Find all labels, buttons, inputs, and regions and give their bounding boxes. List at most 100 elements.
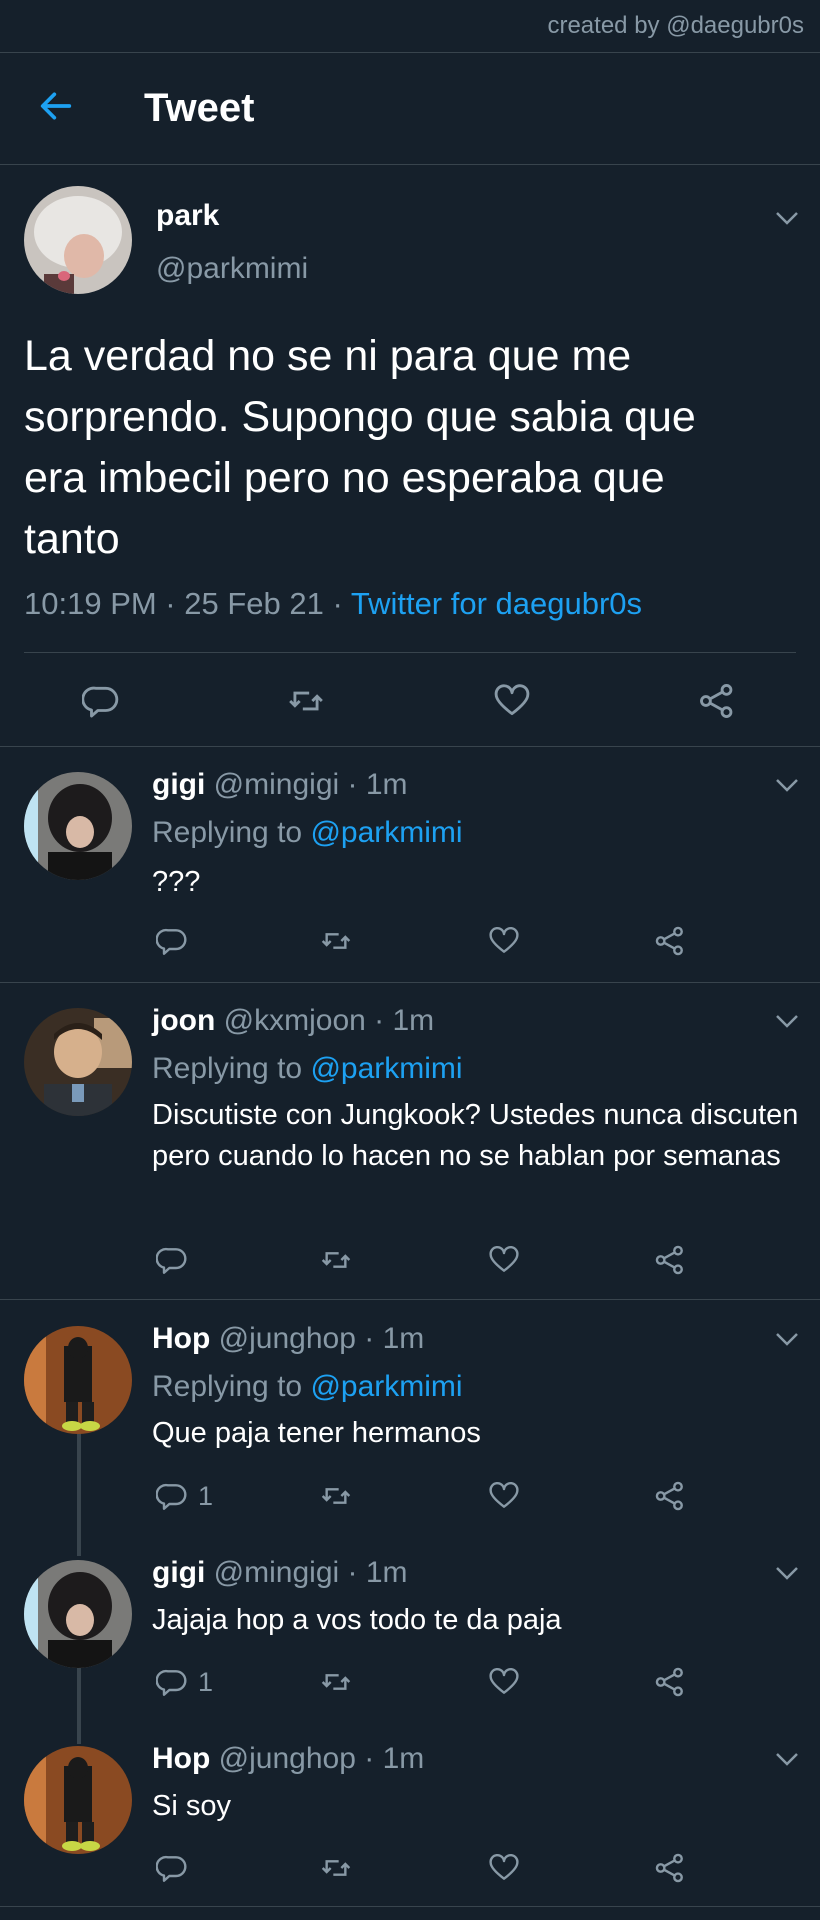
- retweet-button[interactable]: [318, 1666, 354, 1698]
- replying-to: Replying to @parkmimi: [152, 1370, 463, 1404]
- chevron-down-icon: [775, 211, 799, 225]
- reply-header: Hop @junghop · 1m: [152, 1742, 424, 1776]
- more-options-button[interactable]: [772, 1744, 802, 1774]
- share-button[interactable]: [654, 1666, 686, 1698]
- reply-text: Que paja tener hermanos: [152, 1417, 481, 1449]
- reply-header: gigi @mingigi · 1m: [152, 1556, 408, 1590]
- avatar[interactable]: [24, 1746, 132, 1854]
- chevron-down-icon: [775, 1752, 799, 1766]
- author-name[interactable]: joon: [152, 1004, 215, 1037]
- author-handle[interactable]: @mingigi: [214, 768, 340, 801]
- like-button[interactable]: [488, 925, 520, 957]
- more-options-button[interactable]: [772, 1324, 802, 1354]
- replying-label: Replying to: [152, 816, 311, 849]
- reply-text: ???: [152, 866, 201, 898]
- like-button[interactable]: [488, 1852, 520, 1884]
- like-icon: [489, 1481, 519, 1508]
- share-icon: [655, 1245, 683, 1275]
- reply-button[interactable]: [156, 1852, 188, 1884]
- replying-label: Replying to: [152, 1370, 311, 1403]
- divider: [0, 1906, 820, 1907]
- reply-button[interactable]: 1: [156, 1666, 213, 1698]
- reply-time: · 1m: [339, 1556, 408, 1589]
- like-button[interactable]: [488, 1666, 520, 1698]
- reply-count: 1: [198, 1480, 214, 1511]
- tweet-timestamp: 10:19 PM · 25 Feb 21 · Twitter for daegu…: [24, 586, 642, 622]
- chevron-down-icon: [775, 1014, 799, 1028]
- tweet-source-link[interactable]: Twitter for daegubr0s: [351, 586, 642, 621]
- retweet-button[interactable]: [318, 1480, 354, 1512]
- avatar[interactable]: [24, 772, 132, 880]
- author-handle[interactable]: @mingigi: [214, 1556, 340, 1589]
- divider: [24, 652, 796, 653]
- share-button[interactable]: [654, 1852, 686, 1884]
- author-name[interactable]: Hop: [152, 1322, 210, 1355]
- divider: [0, 746, 820, 747]
- reply-button[interactable]: [156, 1244, 188, 1276]
- like-button[interactable]: [488, 1244, 520, 1276]
- thread-connector: [77, 1668, 81, 1744]
- tweet-text: La verdad no se ni para que me sorprendo…: [24, 332, 696, 563]
- share-icon: [700, 684, 733, 718]
- reply-icon: [156, 1247, 187, 1274]
- retweet-icon: [321, 933, 351, 949]
- like-icon: [489, 1245, 519, 1272]
- author-handle[interactable]: @kxmjoon: [224, 1004, 366, 1037]
- back-button[interactable]: [36, 86, 76, 126]
- creator-credit: created by @daegubr0s: [547, 12, 804, 39]
- retweet-button[interactable]: [318, 925, 354, 957]
- like-icon: [489, 1853, 519, 1880]
- chevron-down-icon: [775, 778, 799, 792]
- chevron-down-icon: [775, 1332, 799, 1346]
- share-button[interactable]: [654, 925, 686, 957]
- page-title: Tweet: [144, 86, 255, 130]
- divider: [0, 1299, 820, 1300]
- more-options-button[interactable]: [772, 203, 802, 233]
- author-name[interactable]: park: [156, 199, 219, 233]
- reply-icon: [156, 928, 187, 955]
- replying-to: Replying to @parkmimi: [152, 816, 463, 850]
- retweet-icon: [288, 691, 324, 711]
- share-icon: [655, 1667, 683, 1697]
- author-handle[interactable]: @junghop: [219, 1322, 356, 1355]
- reply-icon: [82, 686, 119, 718]
- replying-to: Replying to @parkmimi: [152, 1052, 463, 1086]
- avatar[interactable]: [24, 1560, 132, 1668]
- divider: [0, 982, 820, 983]
- author-name[interactable]: Hop: [152, 1742, 210, 1775]
- mention-link[interactable]: @parkmimi: [310, 816, 462, 849]
- like-button[interactable]: [488, 1480, 520, 1512]
- reply-button[interactable]: 1: [156, 1480, 213, 1512]
- tweet-time: 10:19 PM · 25 Feb 21 ·: [24, 586, 351, 621]
- author-name[interactable]: gigi: [152, 1556, 205, 1589]
- mention-link[interactable]: @parkmimi: [310, 1370, 462, 1403]
- reply-text: Jajaja hop a vos todo te da paja: [152, 1604, 562, 1636]
- retweet-button[interactable]: [318, 1244, 354, 1276]
- arrow-left-icon: [40, 92, 72, 120]
- reply-button[interactable]: [82, 682, 120, 720]
- author-handle[interactable]: @parkmimi: [156, 252, 308, 286]
- author-handle[interactable]: @junghop: [219, 1742, 356, 1775]
- avatar[interactable]: [24, 1008, 132, 1116]
- retweet-button[interactable]: [285, 682, 327, 720]
- chevron-down-icon: [775, 1566, 799, 1580]
- more-options-button[interactable]: [772, 1006, 802, 1036]
- author-name[interactable]: gigi: [152, 768, 205, 801]
- reply-icon: [156, 1483, 187, 1510]
- avatar[interactable]: [24, 1326, 132, 1434]
- more-options-button[interactable]: [772, 1558, 802, 1588]
- mention-link[interactable]: @parkmimi: [310, 1052, 462, 1085]
- avatar[interactable]: [24, 186, 132, 294]
- reply-header: Hop @junghop · 1m: [152, 1322, 424, 1356]
- retweet-icon: [321, 1860, 351, 1876]
- more-options-button[interactable]: [772, 770, 802, 800]
- share-button[interactable]: [654, 1480, 686, 1512]
- share-button[interactable]: [654, 1244, 686, 1276]
- share-button[interactable]: [698, 682, 736, 720]
- retweet-icon: [321, 1488, 351, 1504]
- retweet-button[interactable]: [318, 1852, 354, 1884]
- like-icon: [494, 684, 530, 716]
- reply-text: Discutiste con Jungkook? Ustedes nunca d…: [152, 1099, 799, 1172]
- reply-button[interactable]: [156, 925, 188, 957]
- like-button[interactable]: [493, 682, 531, 720]
